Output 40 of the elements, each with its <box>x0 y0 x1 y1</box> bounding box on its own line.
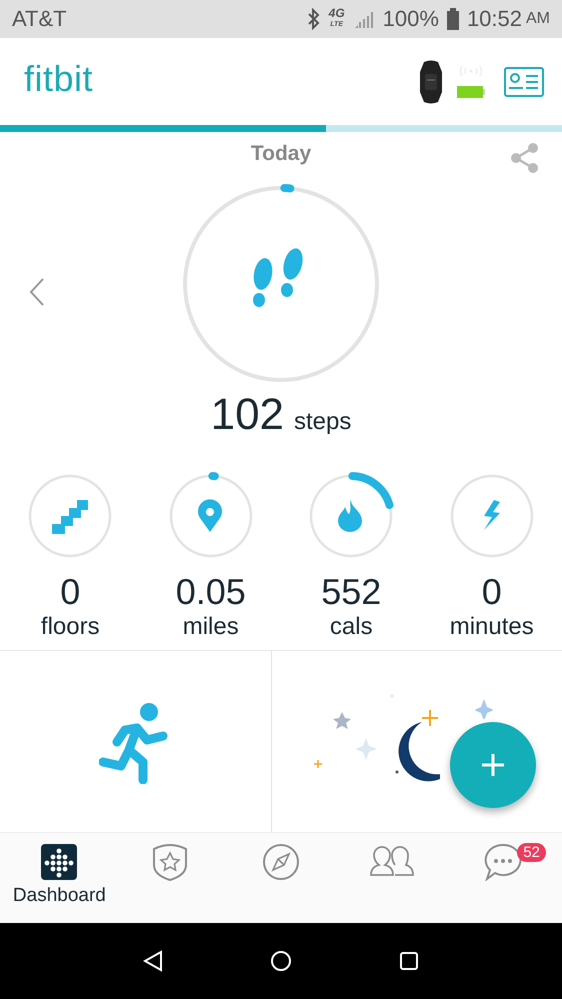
star-badge-icon <box>151 843 190 881</box>
share-icon[interactable] <box>510 142 540 174</box>
clock-meridiem: AM <box>526 10 550 28</box>
stairs-icon <box>52 500 88 534</box>
steps-count: 102 <box>210 390 284 440</box>
stat-unit: cals <box>330 612 373 642</box>
compass-icon <box>262 843 300 881</box>
dashboard-icon <box>40 843 78 881</box>
location-pin-icon <box>198 499 222 532</box>
previous-day-chevron[interactable] <box>28 277 46 307</box>
nav-tab[interactable]: Dashboard <box>4 833 115 923</box>
flame-icon <box>338 499 362 532</box>
add-button[interactable] <box>450 722 536 808</box>
battery-percent: 100% <box>382 6 439 32</box>
sparkle-icon <box>474 697 492 719</box>
footprints-icon <box>253 248 303 307</box>
stat-value: 552 <box>321 572 382 612</box>
fitbit-logo: fitbit <box>24 58 94 100</box>
bluetooth-icon <box>306 8 321 30</box>
stat-value: 0.05 <box>176 572 246 612</box>
stat-unit: miles <box>182 612 239 642</box>
date-title: Today <box>250 142 312 165</box>
clock-time: 10:52 <box>466 6 522 32</box>
nav-tab[interactable]: 52 <box>447 833 558 923</box>
lightning-bolt-icon <box>484 500 500 530</box>
unread-count-badge: 52 <box>517 843 546 862</box>
plus-icon <box>481 753 505 777</box>
stat-value: 0 <box>60 572 80 612</box>
recent-apps-icon[interactable] <box>398 951 419 971</box>
carrier-name: AT&T <box>12 6 67 32</box>
stat-unit: floors <box>40 612 100 642</box>
home-icon[interactable] <box>270 950 292 972</box>
stat-value: 0 <box>482 572 502 612</box>
stat-unit: minutes <box>450 612 534 642</box>
battery-icon <box>446 8 459 30</box>
profile-card-icon[interactable] <box>504 66 544 98</box>
back-icon[interactable] <box>143 950 164 972</box>
steps-unit: steps <box>294 408 352 436</box>
chat-bubble-icon <box>482 843 523 881</box>
friends-icon <box>368 843 415 877</box>
